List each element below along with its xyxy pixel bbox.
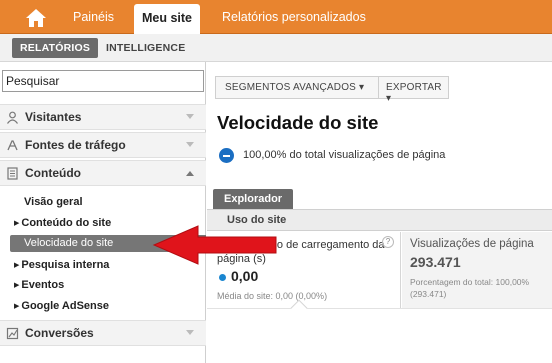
metric-percent-of-total: Porcentagem do total: 100,00% bbox=[410, 277, 530, 287]
report-sidebar: Visitantes Fontes de tráfego Conteúdo Vi… bbox=[0, 62, 206, 363]
chevron-up-icon bbox=[186, 171, 194, 176]
chevron-down-icon bbox=[186, 330, 194, 335]
sidebar-item-eventos[interactable]: ▶ Eventos bbox=[14, 279, 64, 291]
sidebar-item-label: Eventos bbox=[21, 279, 65, 291]
chevron-down-icon bbox=[186, 142, 194, 147]
relatorios-button[interactable]: RELATÓRIOS bbox=[12, 38, 99, 58]
sidebar-section-conversoes[interactable]: Conversões bbox=[0, 320, 206, 346]
intelligence-button[interactable]: INTELLIGENCE bbox=[98, 38, 193, 58]
advanced-segments-label: SEGMENTOS AVANÇADOS bbox=[225, 82, 357, 93]
flag-icon bbox=[6, 327, 19, 340]
chevron-down-icon bbox=[186, 114, 194, 119]
tab-explorador[interactable]: Explorador bbox=[213, 189, 294, 209]
expand-triangle-icon: ▶ bbox=[14, 262, 20, 269]
sidebar-section-label: Visitantes bbox=[25, 110, 82, 124]
content-page-icon bbox=[7, 167, 18, 180]
dropdown-caret-icon: ▾ bbox=[386, 93, 392, 104]
metric-site-average: Média do site: 0,00 (0,00%) bbox=[217, 291, 328, 301]
metric-label: Visualizações de página bbox=[410, 238, 534, 250]
metric-pageviews[interactable]: Visualizações de página 293.471 Porcenta… bbox=[402, 232, 552, 308]
metric-total: (293.471) bbox=[410, 289, 447, 299]
sidebar-item-google-adsense[interactable]: ▶ Google AdSense bbox=[14, 300, 109, 312]
summary-text: 100,00% do total visualizações de página bbox=[243, 149, 446, 161]
sidebar-item-conteudo-do-site[interactable]: ▶ Conteúdo do site bbox=[14, 217, 111, 229]
sidebar-item-label: Conteúdo do site bbox=[21, 217, 112, 229]
page-title: Velocidade do site bbox=[217, 112, 379, 133]
top-navigation-bar: Painéis Meu site Relatórios personalizad… bbox=[0, 0, 552, 35]
home-icon bbox=[26, 9, 46, 27]
chart-area bbox=[207, 308, 552, 363]
help-icon[interactable]: ? bbox=[382, 236, 394, 248]
toolbar-divider bbox=[378, 77, 379, 98]
advanced-segments-button[interactable]: SEGMENTOS AVANÇADOS ▾ bbox=[225, 82, 364, 93]
dropdown-caret-icon: ▾ bbox=[359, 82, 365, 93]
tab-paineis[interactable]: Painéis bbox=[73, 10, 114, 24]
sidebar-section-label: Conteúdo bbox=[25, 166, 81, 180]
metric-value: 0,00 bbox=[231, 268, 259, 284]
red-arrow-annotation bbox=[152, 225, 277, 265]
search-input[interactable] bbox=[2, 70, 204, 92]
traffic-sources-icon bbox=[7, 140, 18, 151]
tab-meu-site[interactable]: Meu site bbox=[134, 4, 201, 35]
home-button[interactable] bbox=[18, 6, 54, 34]
sidebar-item-pesquisa-interna[interactable]: ▶ Pesquisa interna bbox=[14, 259, 109, 271]
series-dot-icon bbox=[219, 274, 226, 281]
sidebar-section-label: Fontes de tráfego bbox=[25, 138, 126, 152]
expand-triangle-icon: ▶ bbox=[14, 220, 20, 227]
export-label: EXPORTAR bbox=[386, 82, 442, 93]
sidebar-item-label: Pesquisa interna bbox=[21, 259, 110, 271]
sidebar-section-conteudo[interactable]: Conteúdo bbox=[0, 160, 206, 186]
sidebar-item-visao-geral[interactable]: Visão geral bbox=[24, 196, 83, 208]
minus-circle-icon[interactable] bbox=[219, 148, 234, 163]
summary-row: 100,00% do total visualizações de página bbox=[219, 148, 549, 164]
sidebar-section-visitantes[interactable]: Visitantes bbox=[0, 104, 206, 130]
expand-triangle-icon: ▶ bbox=[14, 282, 20, 289]
sidebar-item-label: Google AdSense bbox=[21, 300, 109, 312]
expand-triangle-icon: ▶ bbox=[14, 303, 20, 310]
secondary-navigation-bar: RELATÓRIOS INTELLIGENCE bbox=[0, 34, 552, 62]
metric-value: 293.471 bbox=[410, 254, 461, 270]
sidebar-section-fontes-de-trafego[interactable]: Fontes de tráfego bbox=[0, 132, 206, 158]
export-button[interactable]: EXPORTAR ▾ bbox=[386, 82, 448, 104]
report-toolbar: SEGMENTOS AVANÇADOS ▾ EXPORTAR ▾ bbox=[215, 76, 449, 104]
report-main-panel: SEGMENTOS AVANÇADOS ▾ EXPORTAR ▾ Velocid… bbox=[207, 62, 552, 363]
tab-relatorios-personalizados[interactable]: Relatórios personalizados bbox=[222, 10, 366, 24]
users-icon bbox=[7, 111, 18, 124]
sidebar-section-label: Conversões bbox=[25, 326, 94, 340]
